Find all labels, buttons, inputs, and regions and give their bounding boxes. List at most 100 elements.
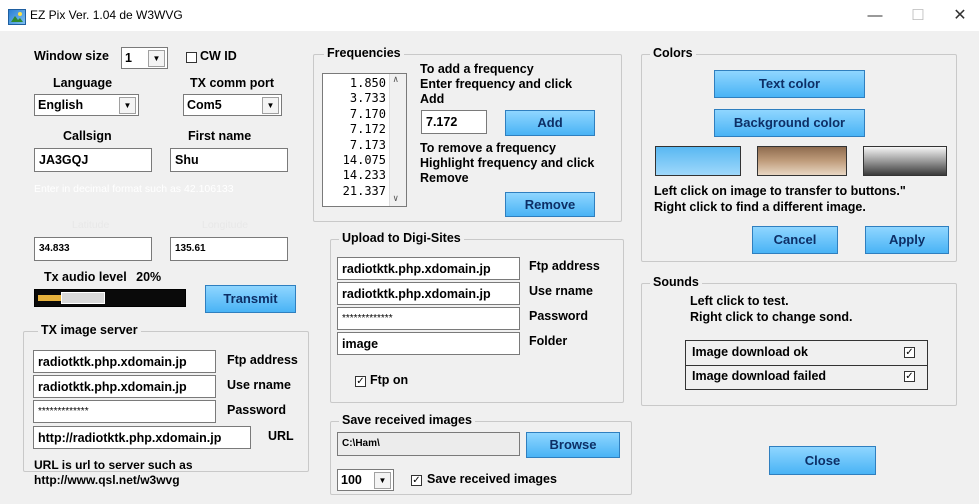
add-frequency-button[interactable]: Add [505,110,595,136]
sounds-title: Sounds [650,275,702,289]
callsign-input[interactable]: JA3GQJ [34,148,152,172]
frequency-list-scrollbar[interactable]: ∧ ∨ [389,74,406,206]
first-name-label: First name [188,129,252,143]
tx-audio-level-text: Tx audio level [44,270,127,284]
add-instructions-3: Add [420,92,445,106]
tx-image-server-title: TX image server [38,323,141,337]
upload-password-input[interactable]: ************* [337,307,520,330]
add-instructions-2: Enter frequency and click [420,77,573,91]
title-bar: EZ Pix Ver. 1.04 de W3WVG — ☐ ✕ [0,0,979,31]
sound-item-label: Image download failed [692,369,827,383]
tx-comm-port-label: TX comm port [190,76,275,90]
close-window-button[interactable]: ✕ [940,5,979,27]
list-item[interactable]: Image download failed ✓ [686,366,927,389]
cw-id-checkbox[interactable] [186,52,197,63]
save-received-checkbox[interactable]: ✓ [411,475,422,486]
tx-audio-level-label: Tx audio level 20% [44,270,161,284]
frequency-list[interactable]: 1.850 3.733 7.170 7.172 7.173 14.075 14.… [322,73,407,207]
tx-password-label: Password [227,403,287,417]
background-color-button[interactable]: Background color [714,109,865,137]
colors-instructions-2: Right click to find a different image. [654,200,866,214]
app-icon [8,9,26,25]
minimize-button[interactable]: — [855,5,895,27]
frequency-entry-input[interactable]: 7.172 [421,110,487,134]
window-size-value: 1 [125,51,132,65]
colors-instructions-1: Left click on image to transfer to butto… [654,184,906,198]
upload-ftp-address-label: Ftp address [529,259,600,273]
tx-audio-level-value: 20% [136,270,162,284]
callsign-label: Callsign [63,129,112,143]
chevron-down-icon[interactable]: ▼ [119,97,136,114]
sound-item-label: Image download ok [692,345,808,359]
frequencies-title: Frequencies [324,46,404,60]
chevron-down-icon[interactable]: ▼ [148,50,165,67]
save-images-title: Save received images [339,413,475,427]
cw-id-label: CW ID [200,49,237,63]
upload-folder-input[interactable]: image [337,332,520,355]
list-item[interactable]: Image download ok ✓ [686,341,927,366]
remove-frequency-button[interactable]: Remove [505,192,595,217]
chevron-down-icon[interactable]: ▼ [262,97,279,114]
chevron-up-icon[interactable]: ∧ [393,75,398,85]
upload-title: Upload to Digi-Sites [339,231,464,245]
longitude-label: Longitude [202,219,249,231]
tx-audio-level-slider[interactable] [34,289,186,307]
upload-username-input[interactable]: radiotktk.php.xdomain.jp [337,282,520,305]
add-instructions-1: To add a frequency [420,62,534,76]
sounds-list: Image download ok ✓ Image download faile… [685,340,928,390]
sound-ok-checkbox[interactable]: ✓ [904,347,915,358]
tx-url-label: URL [268,429,294,443]
tx-audio-level-fill [38,295,62,301]
color-swatch-gray[interactable] [863,146,947,176]
longitude-input[interactable]: 135.61 [170,237,288,261]
save-count-select[interactable]: 100 ▼ [337,469,394,491]
latitude-label: Latitude [72,219,110,231]
save-path-input[interactable]: C:\Ham\ [337,432,520,456]
apply-button[interactable]: Apply [865,226,949,254]
sound-failed-checkbox[interactable]: ✓ [904,371,915,382]
latitude-input[interactable]: 34.833 [34,237,152,261]
save-received-label: Save received images [427,472,557,486]
text-color-button[interactable]: Text color [714,70,865,98]
remove-instructions-2: Highlight frequency and click [420,156,595,170]
tx-ftp-address-label: Ftp address [227,353,298,367]
tx-comm-port-value: Com5 [187,98,222,112]
ftp-on-label: Ftp on [370,373,409,387]
upload-username-label: Use rname [529,284,593,298]
colors-title: Colors [650,46,696,60]
tx-audio-level-thumb[interactable] [61,292,105,304]
tx-url-input[interactable]: http://radiotktk.php.xdomain.jp [33,426,251,449]
sounds-instructions-1: Left click to test. [690,294,789,308]
window-size-select[interactable]: 1 ▼ [121,47,168,69]
tx-comm-port-select[interactable]: Com5 ▼ [183,94,282,116]
browse-button[interactable]: Browse [526,432,620,458]
url-note-line1: URL is url to server such as [34,458,193,472]
save-count-value: 100 [341,473,362,487]
language-select[interactable]: English ▼ [34,94,139,116]
upload-ftp-address-input[interactable]: radiotktk.php.xdomain.jp [337,257,520,280]
close-button[interactable]: Close [769,446,876,475]
remove-instructions-1: To remove a frequency [420,141,556,155]
tx-password-input[interactable]: ************* [33,400,216,423]
tx-username-label: Use rname [227,378,291,392]
remove-instructions-3: Remove [420,171,469,185]
chevron-down-icon[interactable]: ▼ [374,472,391,489]
cancel-button[interactable]: Cancel [752,226,838,254]
ftp-on-checkbox[interactable]: ✓ [355,376,366,387]
language-label: Language [53,76,113,90]
tx-ftp-address-input[interactable]: radiotktk.php.xdomain.jp [33,350,216,373]
first-name-input[interactable]: Shu [170,148,288,172]
transmit-button[interactable]: Transmit [205,285,296,313]
window-size-label: Window size [34,49,109,63]
color-swatch-blue[interactable] [655,146,741,176]
maximize-button[interactable]: ☐ [898,5,938,27]
window-title: EZ Pix Ver. 1.04 de W3WVG [30,8,183,22]
decimal-format-hint: Enter in decimal format such as 42.10613… [34,183,234,195]
language-value: English [38,98,84,112]
tx-username-input[interactable]: radiotktk.php.xdomain.jp [33,375,216,398]
color-swatch-tan[interactable] [757,146,847,176]
chevron-down-icon[interactable]: ∨ [393,194,398,204]
sounds-instructions-2: Right click to change sond. [690,310,853,324]
upload-folder-label: Folder [529,334,568,348]
url-note-line2: http://www.qsl.net/w3wvg [34,473,180,487]
